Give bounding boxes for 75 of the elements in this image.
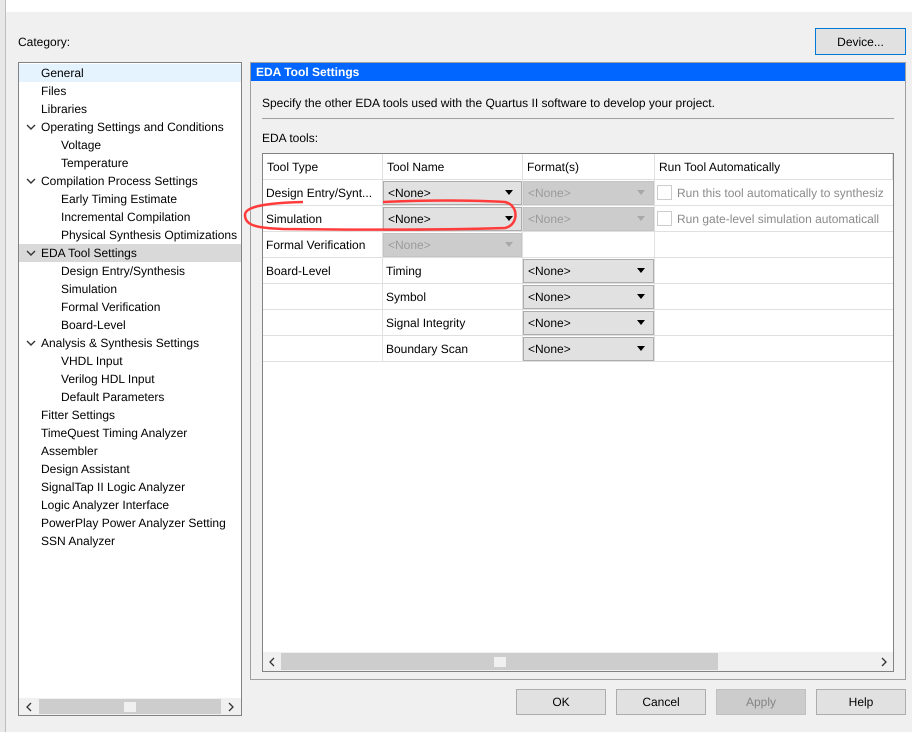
dropdown[interactable]: <None> bbox=[523, 284, 654, 308]
tree-item[interactable]: Assembler bbox=[19, 442, 241, 460]
tree-item[interactable]: Simulation bbox=[19, 280, 241, 298]
tree-item[interactable]: Verilog HDL Input bbox=[19, 370, 241, 388]
dropdown-arrow-icon bbox=[637, 346, 645, 351]
table-cell-text: Board-Level bbox=[265, 262, 332, 280]
tree-item[interactable]: Logic Analyzer Interface bbox=[19, 496, 241, 514]
table-cell-text: Symbol bbox=[385, 288, 428, 306]
column-header[interactable]: Tool Name bbox=[383, 154, 523, 180]
table-cell-text: Boundary Scan bbox=[385, 340, 470, 358]
scroll-right-icon[interactable] bbox=[228, 702, 234, 712]
tree-item[interactable]: SignalTap II Logic Analyzer bbox=[19, 478, 241, 496]
dropdown-arrow-icon bbox=[505, 242, 513, 247]
tree-item[interactable]: Operating Settings and Conditions bbox=[19, 118, 241, 136]
table-cell-text: Signal Integrity bbox=[385, 314, 466, 332]
tree-item[interactable]: Compilation Process Settings bbox=[19, 172, 241, 190]
tree-item[interactable]: Libraries bbox=[19, 100, 241, 118]
tree-item[interactable]: General bbox=[19, 64, 241, 82]
dropdown-arrow-icon bbox=[637, 190, 645, 195]
scroll-left-icon[interactable] bbox=[26, 702, 32, 712]
tree-item[interactable]: Formal Verification bbox=[19, 298, 241, 316]
horizontal-scrollbar[interactable] bbox=[263, 652, 893, 671]
table-cell-text: Simulation bbox=[265, 210, 324, 228]
tree-item[interactable]: Design Entry/Synthesis bbox=[19, 262, 241, 280]
dropdown-arrow-icon bbox=[505, 216, 513, 221]
chevron-down-icon[interactable] bbox=[26, 250, 36, 256]
dropdown[interactable]: <None> bbox=[523, 258, 654, 282]
chevron-down-icon[interactable] bbox=[26, 340, 36, 346]
device-button[interactable]: Device... bbox=[815, 28, 906, 55]
tree-item[interactable]: Temperature bbox=[19, 154, 241, 172]
dropdown-arrow-icon bbox=[637, 320, 645, 325]
column-header[interactable]: Tool Type bbox=[263, 154, 383, 180]
tree-item[interactable]: PowerPlay Power Analyzer Setting bbox=[19, 514, 241, 532]
tree-item[interactable]: Incremental Compilation bbox=[19, 208, 241, 226]
checkbox-label: Run this tool automatically to synthesiz bbox=[677, 184, 884, 202]
scrollbar-thumb[interactable] bbox=[39, 699, 221, 714]
tree-item[interactable]: Design Assistant bbox=[19, 460, 241, 478]
dropdown[interactable]: <None> bbox=[523, 310, 654, 334]
table-cell-text: Design Entry/Synt... bbox=[265, 184, 374, 202]
tree-item[interactable]: Files bbox=[19, 82, 241, 100]
dialog-button[interactable]: OK bbox=[516, 689, 606, 715]
tree-item[interactable]: Board-Level bbox=[19, 316, 241, 334]
dropdown[interactable]: <None> bbox=[523, 336, 654, 360]
tree-item[interactable]: EDA Tool Settings bbox=[19, 244, 241, 262]
dropdown[interactable]: <None> bbox=[383, 206, 522, 230]
horizontal-scrollbar[interactable] bbox=[19, 698, 241, 715]
category-label: Category: bbox=[18, 34, 70, 51]
dropdown-arrow-icon bbox=[637, 268, 645, 273]
dropdown-arrow-icon bbox=[505, 190, 513, 195]
tree-item[interactable]: Default Parameters bbox=[19, 388, 241, 406]
column-header[interactable]: Format(s) bbox=[523, 154, 655, 180]
tree-item[interactable]: Analysis & Synthesis Settings bbox=[19, 334, 241, 352]
scroll-right-icon[interactable] bbox=[881, 656, 887, 666]
tree-item[interactable]: VHDL Input bbox=[19, 352, 241, 370]
chevron-down-icon[interactable] bbox=[26, 124, 36, 130]
tree-item[interactable]: Voltage bbox=[19, 136, 241, 154]
panel-header: EDA Tool Settings bbox=[251, 63, 905, 81]
column-header[interactable]: Run Tool Automatically bbox=[655, 154, 893, 180]
scrollbar-thumb[interactable] bbox=[281, 653, 718, 670]
dropdown-arrow-icon bbox=[637, 294, 645, 299]
tree-item[interactable]: Fitter Settings bbox=[19, 406, 241, 424]
tree-item[interactable]: TimeQuest Timing Analyzer bbox=[19, 424, 241, 442]
table-cell-text: Formal Verification bbox=[265, 236, 366, 254]
table-cell-text: Timing bbox=[385, 262, 423, 280]
chevron-down-icon[interactable] bbox=[26, 178, 36, 184]
checkbox-label: Run gate-level simulation automaticall bbox=[677, 210, 880, 228]
section-label: EDA tools: bbox=[262, 130, 320, 147]
dropdown-arrow-icon bbox=[637, 216, 645, 221]
scroll-left-icon[interactable] bbox=[269, 656, 275, 666]
dialog-button[interactable]: Help bbox=[816, 689, 906, 715]
dialog-button[interactable]: Cancel bbox=[616, 689, 706, 715]
panel-description: Specify the other EDA tools used with the Quartus II software to develop your project. bbox=[262, 94, 894, 119]
tree-item[interactable]: SSN Analyzer bbox=[19, 532, 241, 550]
tree-item[interactable]: Early Timing Estimate bbox=[19, 190, 241, 208]
tree-item[interactable]: Physical Synthesis Optimizations bbox=[19, 226, 241, 244]
